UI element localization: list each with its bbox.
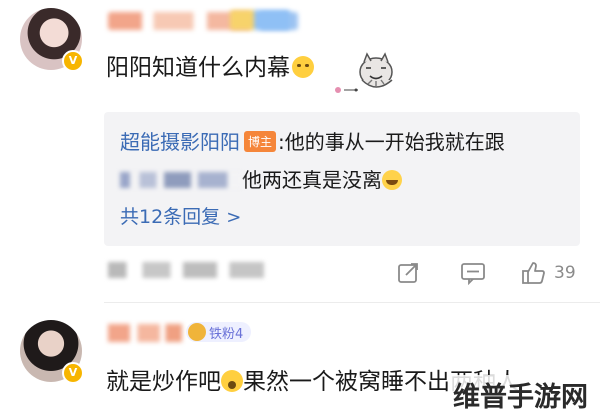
reply-author-link[interactable]: 超能摄影阳阳 <box>120 130 240 154</box>
site-watermark: 维普手游网 <box>449 375 592 414</box>
comment-body: 阳阳知道什么内幕 <box>106 55 290 81</box>
reply-line-1-text: :他的事从一开始我就在跟 <box>278 130 505 154</box>
fan-badge-icon <box>188 323 206 341</box>
comment-divider <box>104 302 600 303</box>
commenter-badges-blurred <box>230 10 290 30</box>
fan-badge-label: 铁粉4 <box>209 326 244 342</box>
verified-badge-icon: V <box>62 50 84 72</box>
share-icon <box>398 263 418 283</box>
comment-button[interactable] <box>460 260 486 286</box>
laugh-emoji-icon <box>382 170 402 190</box>
comment-meta-blurred <box>108 262 264 278</box>
cat-sticker-icon <box>335 52 393 93</box>
view-replies-link[interactable]: 共12条回复 > <box>120 202 241 229</box>
verified-badge-icon: V <box>62 362 84 384</box>
reply-mention-blurred <box>120 172 242 188</box>
chevron-right-icon: > <box>226 207 242 228</box>
shock-emoji-icon <box>221 370 243 392</box>
smile-emoji-icon <box>292 56 314 78</box>
comment-text: 阳阳知道什么内幕 <box>106 48 314 82</box>
fan-level-badge[interactable]: 铁粉4 <box>186 322 252 342</box>
reply-preview-box[interactable]: 超能摄影阳阳 博主:他的事从一开始我就在跟 他两还真是没离 共12条回复 > <box>104 112 580 246</box>
reply-line-2: 他两还真是没离 <box>120 164 402 193</box>
author-tag-badge: 博主 <box>244 131 277 152</box>
share-button[interactable] <box>396 260 420 286</box>
comment-body-part-1: 就是炒作吧 <box>106 369 221 395</box>
like-button[interactable]: 39 <box>520 260 576 286</box>
reply-line-1: 超能摄影阳阳 博主:他的事从一开始我就在跟 <box>120 126 505 155</box>
like-count: 39 <box>554 263 576 283</box>
reply-line-2-text: 他两还真是没离 <box>242 168 382 192</box>
comment-icon <box>461 263 485 285</box>
reply-count-label: 共12条回复 <box>120 206 221 228</box>
commenter-name-blurred[interactable] <box>108 324 182 342</box>
like-icon <box>522 262 545 284</box>
